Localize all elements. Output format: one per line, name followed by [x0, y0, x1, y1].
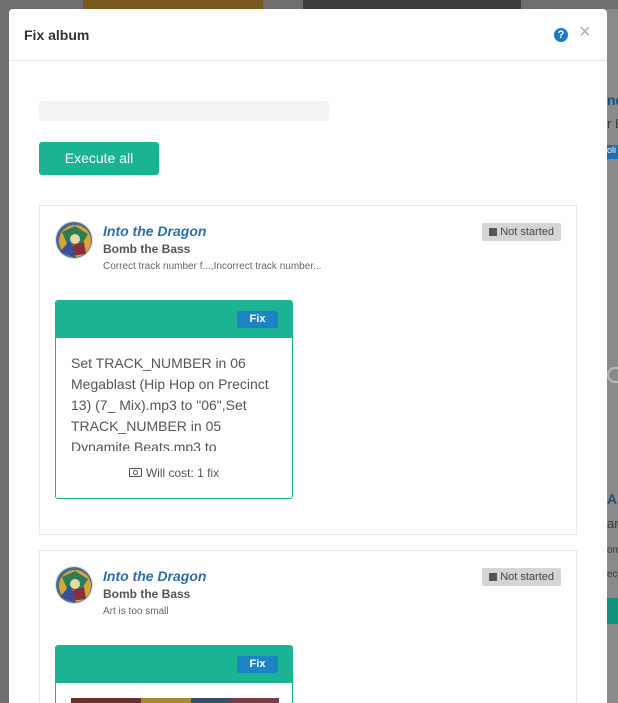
fix-album-modal: Fix album ? × Execute all Into the Drago…	[9, 9, 607, 703]
album-art-preview	[71, 698, 279, 703]
album-title-link[interactable]: Into the Dragon	[103, 223, 206, 239]
status-label: Not started	[500, 226, 554, 238]
fix-card-header: Fix	[56, 646, 292, 683]
fix-description: Set TRACK_NUMBER in 06 Megablast (Hip Ho…	[71, 355, 269, 451]
status-label: Not started	[500, 571, 554, 583]
background-text: A	[607, 491, 618, 507]
album-art-thumbnail[interactable]	[55, 221, 93, 259]
question-circle-icon[interactable]: ?	[554, 28, 568, 42]
fix-suggestion-card: Fix	[55, 645, 293, 703]
background-page: nd r L oli A an om ec	[607, 9, 618, 703]
progress-bar	[39, 101, 329, 121]
background-text: an	[607, 516, 618, 531]
background-text: om	[607, 545, 618, 556]
issue-summary: Art is too small	[103, 606, 169, 617]
fix-button[interactable]: Fix	[237, 656, 278, 673]
stop-icon	[489, 228, 498, 236]
fix-item-card: Into the Dragon Bomb the Bass Correct tr…	[39, 205, 577, 535]
fix-item-card: Into the Dragon Bomb the Bass Art is too…	[39, 550, 577, 703]
modal-title: Fix album	[24, 27, 90, 43]
close-icon[interactable]: ×	[579, 22, 591, 42]
fix-suggestion-card: Fix Set TRACK_NUMBER in 06 Megablast (Hi…	[55, 300, 293, 499]
status-badge: Not started	[482, 223, 561, 241]
execute-all-button[interactable]: Execute all	[39, 142, 159, 175]
artist-name: Bomb the Bass	[103, 587, 191, 601]
album-title-link[interactable]: Into the Dragon	[103, 568, 206, 584]
background-text: nd	[607, 92, 618, 108]
status-badge: Not started	[482, 568, 561, 586]
background-album-art	[83, 0, 263, 9]
background-album-art	[303, 0, 521, 9]
background-text: oli	[607, 145, 617, 155]
background-button	[607, 598, 618, 624]
money-icon	[128, 468, 142, 477]
fix-button[interactable]: Fix	[237, 311, 278, 328]
stop-icon	[489, 573, 498, 581]
fix-card-header: Fix	[56, 301, 292, 338]
background-icon	[607, 367, 618, 383]
album-art-thumbnail[interactable]	[55, 566, 93, 604]
background-text: ec	[607, 569, 618, 580]
artist-name: Bomb the Bass	[103, 242, 191, 256]
fix-cost-label: Will cost: 1 fix	[145, 466, 220, 480]
fix-cost: Will cost: 1 fix	[56, 466, 292, 480]
background-text: r L	[607, 116, 618, 131]
issue-summary: Correct track number f...,Incorrect trac…	[103, 261, 322, 272]
modal-header: Fix album ? ×	[9, 9, 607, 61]
